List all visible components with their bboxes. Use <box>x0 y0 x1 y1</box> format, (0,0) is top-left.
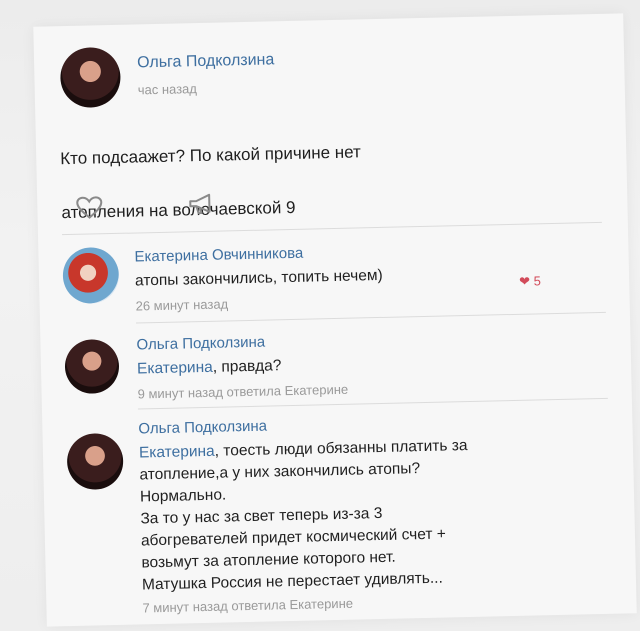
megaphone-icon[interactable] <box>187 192 216 217</box>
comment-avatar[interactable] <box>62 246 120 305</box>
comment-author-name[interactable]: Ольга Подколзина <box>136 334 265 354</box>
comment-avatar[interactable] <box>66 432 124 491</box>
comment-text: Екатерина, правда? <box>137 349 557 381</box>
comment-text: атопы закончились, топить нечем) <box>134 266 383 290</box>
comment-author-name[interactable]: Ольга Подколзина <box>138 418 267 438</box>
heart-filled-icon: ❤ <box>518 273 531 289</box>
post-author-name[interactable]: Ольга Подколзина <box>137 51 275 72</box>
post-author-avatar[interactable] <box>59 46 122 109</box>
post-text-line-1: Кто подсаажет? По какой причине нет <box>60 142 362 169</box>
mention-link[interactable]: Екатерина <box>137 359 213 378</box>
comment-time: 7 минут назад ответила Екатерине <box>142 595 354 616</box>
comment-time: 26 минут назад <box>135 296 229 314</box>
comment-like-button[interactable]: ❤ 5 <box>519 273 541 289</box>
post-screen: Ольга Подколзина час назад Кто подсаажет… <box>33 13 637 627</box>
heart-outline-icon[interactable] <box>75 195 104 220</box>
comment-avatar[interactable] <box>64 338 120 395</box>
comment-author-name[interactable]: Екатерина Овчинникова <box>134 245 303 266</box>
divider <box>136 311 606 324</box>
comment-text-body: , правда? <box>212 357 282 376</box>
comment-text: Екатерина, тоесть люди обязанны платить … <box>139 433 582 597</box>
comment-time: 9 минут назад ответила Екатерине <box>137 381 349 402</box>
mention-link[interactable]: Екатерина <box>139 443 215 462</box>
post-text: Кто подсаажет? По какой причине нет атоп… <box>59 107 561 226</box>
comment-like-count: 5 <box>533 273 542 289</box>
post-time: час назад <box>137 81 198 98</box>
